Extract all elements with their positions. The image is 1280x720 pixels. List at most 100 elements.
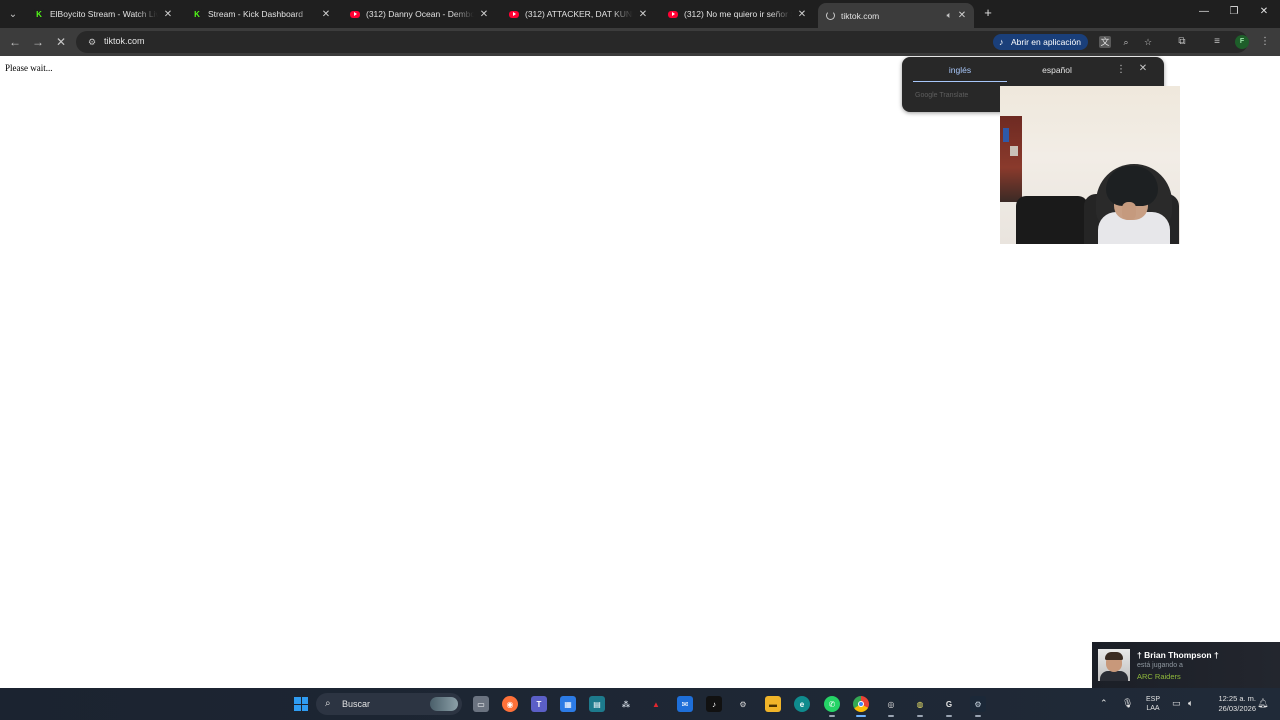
- tab-title: ElBoycito Stream - Watch Live o: [50, 9, 158, 19]
- menu-kebab-icon[interactable]: ⋮: [1258, 35, 1272, 49]
- tab-title: (312) ATTACKER, DAT KUNKKA: [525, 9, 633, 19]
- steam-icon[interactable]: ⚙: [970, 696, 986, 717]
- search-label: Buscar: [342, 699, 371, 709]
- notifications-bell-icon[interactable]: 🔔︎: [1257, 698, 1268, 709]
- teams-icon[interactable]: T: [531, 696, 547, 712]
- tab-attacker[interactable]: (312) ATTACKER, DAT KUNKKA ✕: [501, 4, 655, 24]
- clock[interactable]: 12:25 a. m. 26/03/2026: [1204, 694, 1256, 714]
- address-bar[interactable]: ⚙︎ tiktok.com ♪ Abrir en aplicación 文 ⌕ …: [76, 31, 1248, 53]
- file-explorer-icon[interactable]: ▬: [765, 696, 781, 712]
- avatar: [1098, 649, 1130, 681]
- restore-icon[interactable]: ❐: [1226, 6, 1242, 17]
- start-quad: [294, 697, 301, 704]
- loading-message: Please wait...: [5, 63, 53, 73]
- url-text[interactable]: tiktok.com: [104, 36, 145, 46]
- tab-kick-dashboard[interactable]: K Stream - Kick Dashboard ✕: [184, 4, 338, 24]
- app-icon[interactable]: ▤: [589, 696, 605, 712]
- start-quad: [301, 697, 308, 704]
- start-quad: [294, 704, 301, 711]
- taskbar-search[interactable]: ⌕ Buscar: [316, 693, 462, 715]
- close-icon[interactable]: ✕: [162, 9, 174, 20]
- media-controls-icon[interactable]: ≡: [1210, 35, 1224, 49]
- mail-icon[interactable]: ✉: [677, 696, 693, 712]
- avatar-suit: [1100, 671, 1128, 681]
- game-name: ARC Raiders: [1137, 672, 1181, 681]
- search-icon: ⌕: [325, 698, 331, 709]
- loading-spinner-icon: [826, 11, 835, 20]
- lang-code: ESP: [1145, 696, 1160, 703]
- close-icon[interactable]: ✕: [320, 9, 332, 20]
- whatsapp-icon[interactable]: ✆: [824, 696, 840, 717]
- more-options-icon[interactable]: ⋮: [1116, 64, 1126, 75]
- keyboard-language[interactable]: ESP LAA: [1142, 695, 1164, 713]
- show-hidden-icons-chevron-icon[interactable]: ⌃: [1100, 698, 1108, 709]
- tab-tiktok[interactable]: tiktok.com 🔈︎ ✕: [818, 3, 974, 28]
- avatar-hair: [1105, 652, 1123, 660]
- kick-icon: K: [192, 9, 202, 19]
- close-icon[interactable]: ✕: [796, 9, 808, 20]
- microphone-icon[interactable]: 🎙︎: [1122, 698, 1133, 709]
- bookmark-star-icon[interactable]: ☆: [1142, 36, 1154, 48]
- forward-arrow-icon[interactable]: →: [30, 34, 46, 50]
- google-translate-brand: Google Translate: [915, 92, 969, 99]
- minimize-icon[interactable]: —: [1196, 6, 1212, 17]
- network-icon[interactable]: ▭: [1172, 698, 1181, 709]
- friend-status: está jugando a: [1137, 662, 1183, 669]
- tab-title: Stream - Kick Dashboard: [208, 9, 303, 19]
- close-icon[interactable]: ✕: [637, 9, 649, 20]
- translate-source-tab[interactable]: inglés: [913, 64, 1007, 82]
- zoom-icon[interactable]: ⌕: [1120, 36, 1132, 48]
- youtube-icon: [350, 10, 360, 18]
- webcam-book: [1010, 146, 1018, 156]
- obs-icon[interactable]: ◎: [883, 696, 899, 717]
- new-tab-button[interactable]: +: [981, 6, 995, 20]
- close-icon[interactable]: ✕: [956, 10, 968, 21]
- close-icon[interactable]: ✕: [1138, 63, 1148, 74]
- app-icon[interactable]: ◍: [912, 696, 928, 717]
- stop-loading-icon[interactable]: ✕: [53, 34, 69, 50]
- start-quad: [301, 704, 308, 711]
- app-icon[interactable]: ⁂: [618, 696, 634, 712]
- tab-search-icon[interactable]: ⌄: [4, 5, 22, 23]
- tab-elboycito-stream[interactable]: K ElBoycito Stream - Watch Live o ✕: [26, 4, 180, 24]
- speaker-icon[interactable]: 🔈︎: [947, 10, 952, 21]
- search-highlight-art: [430, 697, 458, 711]
- tiktok-icon: ♪: [999, 37, 1004, 47]
- window-close-icon[interactable]: ✕: [1256, 6, 1272, 17]
- browser-toolbar: ← → ✕ ⚙︎ tiktok.com ♪ Abrir en aplicació…: [0, 28, 1280, 56]
- profile-avatar[interactable]: F: [1235, 35, 1249, 49]
- clock-date: 26/03/2026: [1218, 704, 1256, 713]
- extensions-icon[interactable]: ⧉: [1175, 35, 1189, 49]
- edge-icon[interactable]: e: [794, 696, 810, 712]
- translate-target-tab[interactable]: español: [1010, 64, 1104, 82]
- webcam-overlay: [1000, 86, 1180, 244]
- tab-no-me-quiero-ir[interactable]: (312) No me quiero ir señor Sta ✕: [660, 4, 814, 24]
- volume-icon[interactable]: 🔈︎: [1188, 698, 1193, 709]
- tab-danny-ocean[interactable]: (312) Danny Ocean - Dembow ✕: [342, 4, 496, 24]
- chrome-icon-center: [858, 701, 864, 707]
- site-settings-icon[interactable]: ⚙︎: [86, 36, 98, 48]
- chrome-icon[interactable]: [853, 696, 869, 717]
- youtube-icon: [668, 10, 678, 18]
- youtube-icon: [509, 10, 519, 18]
- translate-icon[interactable]: 文: [1099, 36, 1111, 48]
- windows-start-icon[interactable]: [294, 697, 308, 711]
- webcam-person-hair: [1106, 166, 1158, 206]
- kick-icon: K: [34, 9, 44, 19]
- firefox-icon[interactable]: ◉: [502, 696, 518, 712]
- back-arrow-icon[interactable]: ←: [7, 34, 23, 50]
- close-icon[interactable]: ✕: [478, 9, 490, 20]
- tab-title: (312) Danny Ocean - Dembow: [366, 9, 474, 19]
- webcam-person-hand: [1122, 202, 1136, 220]
- app-icon[interactable]: G: [941, 696, 957, 717]
- open-in-app-button[interactable]: ♪ Abrir en aplicación: [993, 34, 1088, 50]
- friend-name: † Brian Thompson †: [1137, 650, 1219, 660]
- settings-gear-icon[interactable]: ⚙: [735, 696, 751, 712]
- steam-friend-notification[interactable]: † Brian Thompson † está jugando a ARC Ra…: [1092, 642, 1280, 688]
- task-view-icon[interactable]: ▭: [473, 696, 489, 712]
- screen: ⌄ K ElBoycito Stream - Watch Live o ✕ K …: [0, 0, 1280, 720]
- lang-layout: LAA: [1146, 705, 1160, 712]
- tiktok-icon[interactable]: ♪: [706, 696, 722, 712]
- store-icon[interactable]: ▦: [560, 696, 576, 712]
- app-icon[interactable]: ▲: [648, 696, 664, 712]
